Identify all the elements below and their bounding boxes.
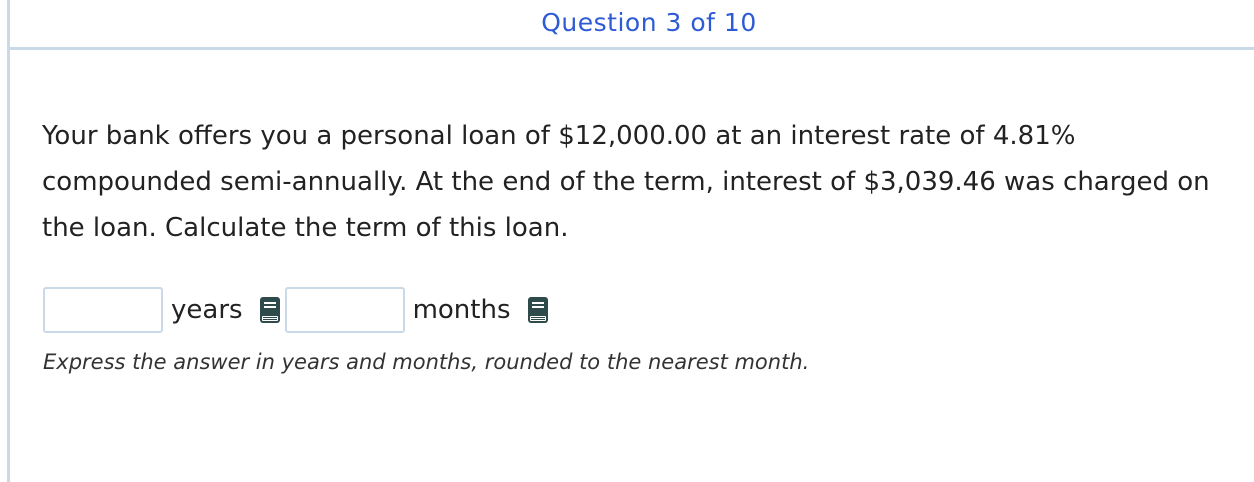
question-counter: Question 3 of 10 <box>541 8 757 37</box>
book-icon[interactable] <box>259 296 281 324</box>
answer-hint: Express the answer in years and months, … <box>43 350 810 374</box>
left-border <box>7 0 10 482</box>
question-page: Question 3 of 10 Your bank offers you a … <box>0 0 1254 482</box>
months-label: months <box>412 295 511 325</box>
book-icon[interactable] <box>527 296 549 324</box>
months-input[interactable] <box>284 287 405 333</box>
question-prompt: Your bank offers you a personal loan of … <box>42 121 1210 243</box>
years-input[interactable] <box>43 287 163 333</box>
years-label: years <box>171 295 243 325</box>
question-header: Question 3 of 10 <box>10 0 1254 50</box>
answer-row: years months <box>43 285 553 335</box>
